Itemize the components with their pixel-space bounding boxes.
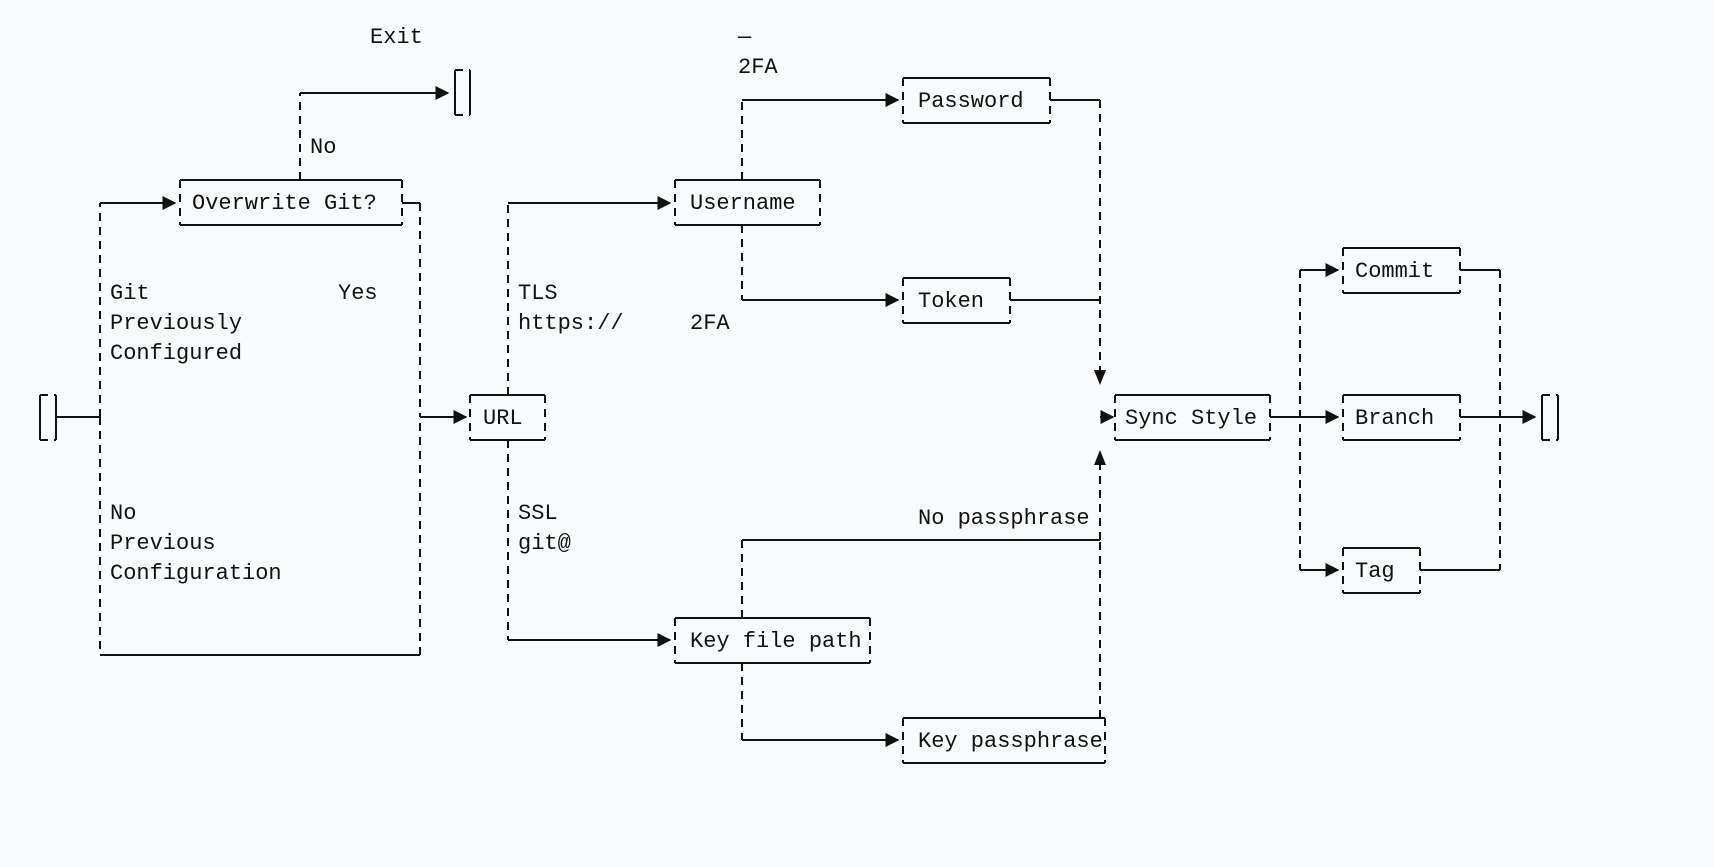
flow-diagram: Overwrite Git? URL Username Password Tok…: [0, 0, 1714, 867]
label-no-prev-2: Previous: [110, 531, 216, 556]
label-2fa-yes: 2FA: [690, 311, 730, 336]
edge-password-syncstyle: [1050, 100, 1100, 380]
label-tag: Tag: [1355, 559, 1395, 584]
edge-keyfile-nopassphrase: [742, 455, 1100, 618]
label-key-file-path: Key file path: [690, 629, 862, 654]
edge-end: [1420, 270, 1535, 570]
label-branch: Branch: [1355, 406, 1434, 431]
label-token: Token: [918, 289, 984, 314]
label-no-prev-3: Configuration: [110, 561, 282, 586]
label-tls-2: https://: [518, 311, 624, 336]
label-2fa-bar: —: [737, 25, 752, 50]
label-no-passphrase: No passphrase: [918, 506, 1090, 531]
exit-connector-icon: [455, 70, 470, 115]
arrowhead-up-icon: [1094, 450, 1106, 465]
start-connector-icon: [40, 395, 56, 440]
label-git-prev-2: Previously: [110, 311, 242, 336]
end-connector-icon: [1542, 395, 1558, 440]
edge-overwrite-yes-url: [402, 203, 420, 417]
label-ssl-1: SSL: [518, 501, 558, 526]
label-git-prev-3: Configured: [110, 341, 242, 366]
label-url: URL: [483, 406, 523, 431]
label-username: Username: [690, 191, 796, 216]
label-yes: Yes: [338, 281, 378, 306]
label-key-passphrase: Key passphrase: [918, 729, 1103, 754]
label-2fa-not: 2FA: [738, 55, 778, 80]
label-commit: Commit: [1355, 259, 1434, 284]
label-no: No: [310, 135, 336, 160]
edge-keyfile-passphrase: [742, 663, 898, 740]
label-ssl-2: git@: [518, 531, 571, 556]
label-exit: Exit: [370, 25, 423, 50]
edge-syncstyle-branches: [1270, 270, 1338, 570]
label-no-prev-1: No: [110, 501, 136, 526]
label-git-prev-1: Git: [110, 281, 150, 306]
edge-username-token: [742, 225, 898, 300]
label-overwrite-git: Overwrite Git?: [192, 191, 377, 216]
label-sync-style: Sync Style: [1125, 406, 1257, 431]
label-tls-1: TLS: [518, 281, 558, 306]
label-password: Password: [918, 89, 1024, 114]
edge-username-password: [742, 100, 898, 180]
arrowhead-down-icon: [1094, 370, 1106, 385]
